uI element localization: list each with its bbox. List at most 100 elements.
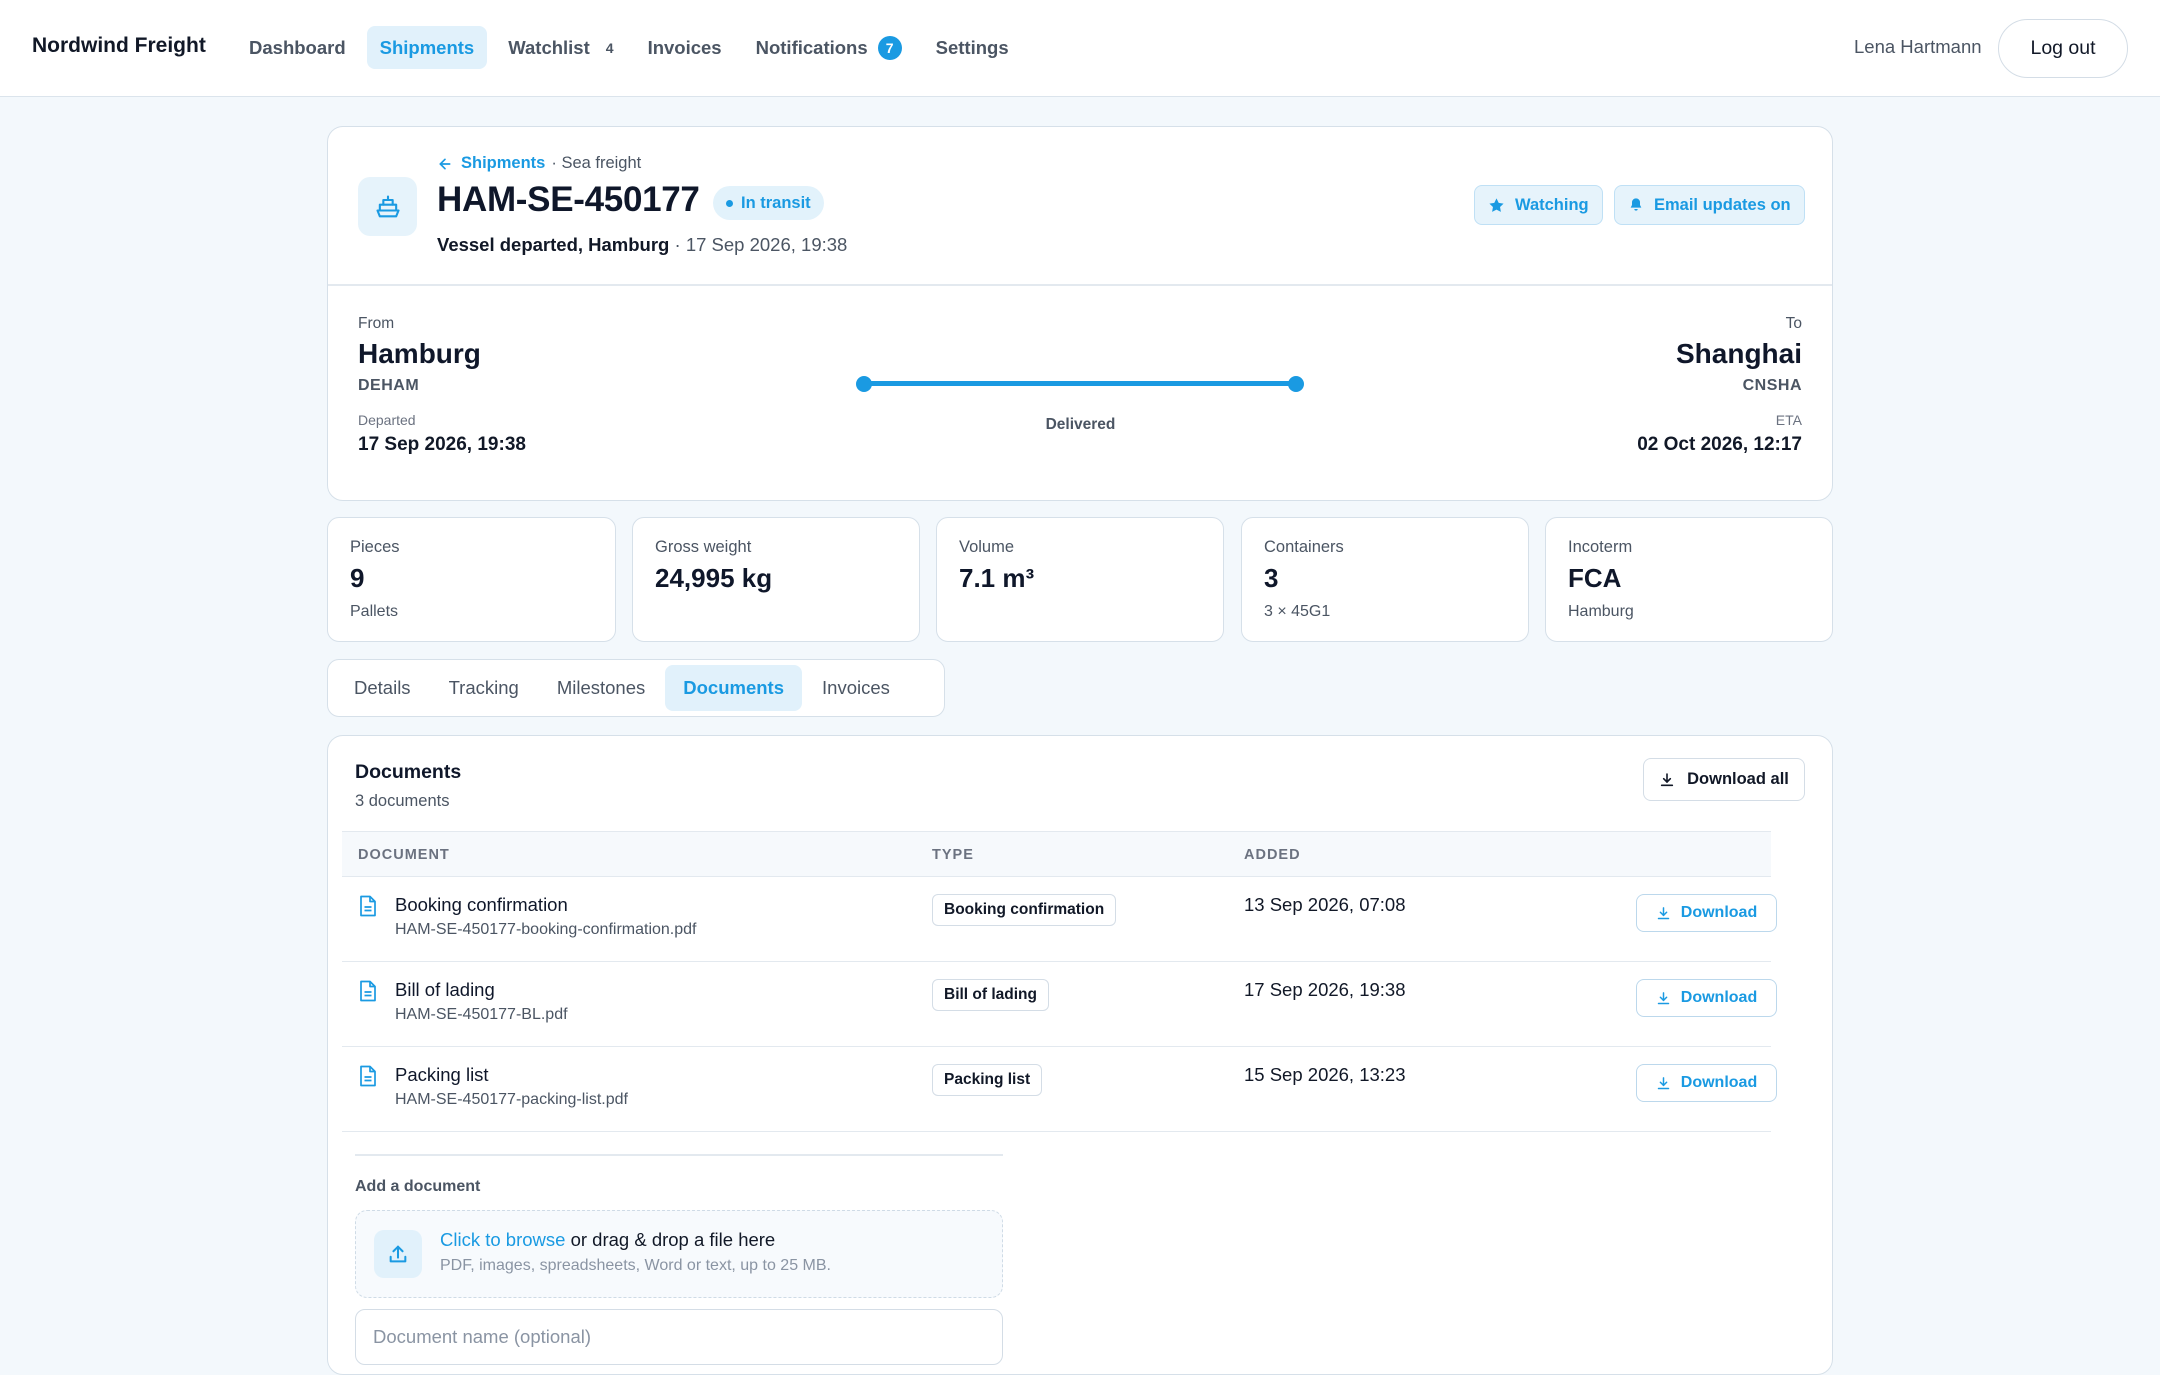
download-button[interactable]: Download (1636, 979, 1777, 1017)
eta-label: ETA (1775, 412, 1802, 428)
departed-date: 17 Sep 2026, 19:38 (358, 434, 526, 455)
document-filename: HAM-SE-450177-packing-list.pdf (395, 1091, 628, 1108)
nav-item-dashboard[interactable]: Dashboard (236, 26, 359, 69)
route-progress-line (864, 381, 1296, 386)
logout-button[interactable]: Log out (1998, 19, 2128, 78)
download-all-button[interactable]: Download all (1643, 758, 1805, 801)
destination-code: CNSHA (1742, 377, 1802, 394)
dropzone-drag-text: or drag & drop a file here (565, 1229, 776, 1250)
download-icon (1657, 906, 1670, 919)
breadcrumb-link-label: Shipments (461, 154, 546, 172)
file-icon (360, 895, 376, 917)
top-navigation-bar: Nordwind Freight Dashboard Shipments Wat… (0, 0, 2160, 97)
stat-label: Gross weight (655, 538, 752, 556)
shipment-tabs: Details Tracking Milestones Documents In… (327, 659, 945, 717)
dropzone-instructions: Click to browse or drag & drop a file he… (440, 1229, 775, 1251)
stat-label: Pieces (350, 538, 400, 556)
download-label: Download (1680, 904, 1758, 921)
tab-invoices[interactable]: Invoices (804, 665, 908, 711)
document-name-input[interactable] (355, 1309, 1003, 1365)
nav-item-settings[interactable]: Settings (923, 26, 1022, 69)
stat-label: Containers (1264, 538, 1344, 556)
nav-item-shipments[interactable]: Shipments (366, 26, 488, 69)
watchlist-count: 4 (605, 39, 614, 56)
route-destination-dot (1288, 376, 1304, 392)
document-name[interactable]: Booking confirmation (395, 894, 568, 916)
column-header-added: ADDED (1244, 847, 1301, 863)
table-row: Booking confirmation HAM-SE-450177-booki… (342, 877, 1777, 962)
stat-value: 9 (350, 563, 365, 593)
stat-value: 24,995 kg (655, 563, 773, 593)
document-type-chip: Packing list (932, 1064, 1043, 1096)
destination-label: To (1785, 315, 1802, 332)
latest-event-text: Vessel departed, Hamburg (437, 234, 670, 255)
watching-button[interactable]: Watching (1474, 185, 1603, 225)
header-divider (328, 284, 1832, 286)
upload-icon (374, 1230, 422, 1278)
stat-sub: 3 × 45G1 (1264, 603, 1331, 620)
document-filename: HAM-SE-450177-booking-confirmation.pdf (395, 921, 697, 938)
departed-label: Departed (358, 412, 416, 428)
breadcrumb-mode: · Sea freight (551, 154, 642, 172)
stat-card-containers: Containers 3 3 × 45G1 (1241, 517, 1529, 642)
bell-icon (1630, 198, 1642, 211)
download-icon (1657, 1076, 1670, 1089)
nav-item-notifications[interactable]: Notifications 7 (743, 26, 915, 69)
download-button[interactable]: Download (1636, 894, 1777, 932)
stat-value: FCA (1568, 563, 1622, 593)
nav-item-invoices[interactable]: Invoices (635, 26, 735, 69)
browse-link[interactable]: Click to browse (440, 1229, 565, 1250)
notifications-badge: 7 (877, 35, 902, 60)
stat-card-gross-weight: Gross weight 24,995 kg (632, 517, 920, 642)
main-nav: Dashboard Shipments Watchlist 4 Invoices … (236, 26, 1022, 69)
tab-details[interactable]: Details (336, 665, 429, 711)
status-badge: In transit (713, 186, 824, 220)
tab-tracking[interactable]: Tracking (431, 665, 537, 711)
watching-label: Watching (1515, 195, 1589, 214)
documents-panel: Documents 3 documents Download all DOCUM… (327, 735, 1833, 1375)
breadcrumb-shipments-link[interactable]: Shipments (437, 154, 545, 173)
route-origin-dot (856, 376, 872, 392)
brand-logo[interactable]: Nordwind Freight (32, 34, 206, 58)
download-icon (1657, 991, 1670, 1004)
arrow-left-icon (439, 158, 451, 169)
tab-milestones[interactable]: Milestones (539, 665, 663, 711)
origin-city: Hamburg (358, 338, 481, 369)
download-label: Download (1680, 989, 1758, 1006)
stat-value: 7.1 m³ (959, 563, 1035, 593)
add-document-divider (355, 1154, 1003, 1156)
breadcrumb: Shipments · Sea freight (437, 154, 641, 173)
latest-event-time: · 17 Sep 2026, 19:38 (674, 234, 848, 255)
document-type-chip: Booking confirmation (932, 894, 1117, 926)
stat-card-incoterm: Incoterm FCA Hamburg (1545, 517, 1833, 642)
tab-documents[interactable]: Documents (665, 665, 803, 711)
page-title: HAM-SE-450177 (437, 180, 700, 219)
star-icon (1489, 197, 1504, 212)
download-button[interactable]: Download (1636, 1064, 1777, 1102)
nav-item-label: Invoices (647, 36, 722, 58)
file-icon (360, 980, 376, 1002)
nav-item-label: Dashboard (249, 36, 346, 58)
email-updates-label: Email updates on (1654, 195, 1791, 214)
column-header-document: DOCUMENT (358, 847, 450, 863)
document-name[interactable]: Bill of lading (395, 979, 495, 1001)
origin-label: From (358, 315, 395, 332)
stat-card-pieces: Pieces 9 Pallets (327, 517, 616, 642)
latest-event: Vessel departed, Hamburg · 17 Sep 2026, … (437, 234, 847, 256)
documents-title: Documents (355, 761, 462, 783)
stat-card-volume: Volume 7.1 m³ (936, 517, 1224, 642)
stat-sub: Hamburg (1568, 603, 1634, 620)
file-dropzone[interactable]: Click to browse or drag & drop a file he… (355, 1210, 1003, 1298)
document-type-chip: Bill of lading (932, 979, 1049, 1011)
nav-item-label: Settings (935, 36, 1009, 58)
route-status: Delivered (1045, 416, 1116, 433)
document-name[interactable]: Packing list (395, 1064, 489, 1086)
document-filename: HAM-SE-450177-BL.pdf (395, 1006, 568, 1023)
status-label: In transit (741, 193, 811, 212)
nav-item-watchlist[interactable]: Watchlist 4 (495, 26, 626, 69)
add-document-title: Add a document (355, 1178, 481, 1195)
email-updates-button[interactable]: Email updates on (1614, 185, 1805, 225)
stat-label: Volume (959, 538, 1015, 556)
origin-code: DEHAM (358, 377, 420, 394)
nav-item-label: Shipments (379, 36, 475, 58)
